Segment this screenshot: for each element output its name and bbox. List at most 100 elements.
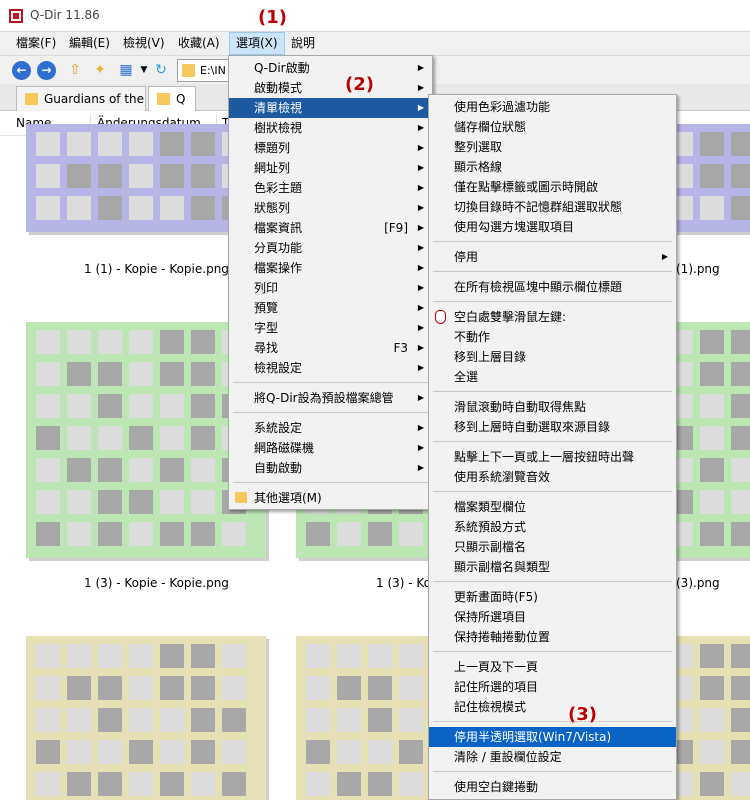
pixel-tile xyxy=(98,330,122,354)
pixel-tile xyxy=(191,164,215,188)
list-view-menu-item[interactable]: 點擊上下一頁或上一層按鈕時出聲 xyxy=(429,447,676,467)
pixel-tile xyxy=(98,458,122,482)
list-view-menu-item[interactable]: 切換目錄時不記憶群組選取狀態 xyxy=(429,197,676,217)
file-label[interactable]: 1 (1) - Kopie - Kopie.png xyxy=(84,262,229,276)
pixel-tile xyxy=(337,772,361,796)
pixel-tile xyxy=(67,740,91,764)
options-menu-item[interactable]: 狀態列 ▶ xyxy=(229,198,432,218)
new-folder-icon[interactable]: ✦ xyxy=(90,60,110,80)
menu-help[interactable]: 說明 xyxy=(285,32,321,55)
tab-q[interactable]: Q xyxy=(148,86,196,111)
list-view-menu-item[interactable]: 整列選取 xyxy=(429,137,676,157)
options-menu-item[interactable]: 尋找 F3 ▶ xyxy=(229,338,432,358)
list-view-menu-item[interactable]: 僅在點擊標籤或圖示時開啟 xyxy=(429,177,676,197)
options-menu-item[interactable]: 檢視設定 ▶ xyxy=(229,358,432,378)
up-folder-icon[interactable]: ⇧ xyxy=(65,60,85,80)
pixel-tile xyxy=(191,458,215,482)
menu-item-label: 網路磁碟機 xyxy=(254,441,315,455)
pixel-tile xyxy=(98,522,122,546)
menu-view[interactable]: 檢視(V) xyxy=(117,32,171,55)
list-view-menu-item[interactable]: 滑鼠滾動時自動取得焦點 xyxy=(429,397,676,417)
menu-edit[interactable]: 編輯(E) xyxy=(63,32,116,55)
list-view-menu-item[interactable]: 在所有檢視區塊中顯示欄位標題 xyxy=(429,277,676,297)
list-view-menu-item[interactable]: 使用系統瀏覽音效 xyxy=(429,467,676,487)
options-menu-item[interactable]: 標題列 ▶ xyxy=(229,138,432,158)
options-menu-item[interactable]: 字型 ▶ xyxy=(229,318,432,338)
list-view-menu-item[interactable]: 記住所選的項目 xyxy=(429,677,676,697)
pixel-tile xyxy=(36,330,60,354)
options-menu-item[interactable]: 檔案操作 ▶ xyxy=(229,258,432,278)
menu-separator xyxy=(433,771,672,772)
image-thumbnail[interactable] xyxy=(26,636,266,800)
file-label[interactable]: (1).png xyxy=(676,262,720,276)
list-view-menu-item[interactable]: 清除 / 重設欄位設定 xyxy=(429,747,676,767)
forward-icon[interactable]: → xyxy=(37,61,56,80)
options-menu: Q-Dir啟動 ▶ 啟動模式 ▶ 清單檢視 ▶ 樹狀檢視 ▶ 標題列 ▶ 網址列 ▶ 色彩主題 ▶ 狀態列 ▶… xyxy=(228,55,433,510)
back-icon[interactable]: ← xyxy=(12,61,31,80)
list-view-menu-item[interactable]: 停用 ▶ xyxy=(429,247,676,267)
menu-file[interactable]: 檔案(F) xyxy=(10,32,62,55)
menu-separator xyxy=(233,482,428,483)
menu-options[interactable]: 選項(X) xyxy=(229,32,285,55)
submenu-arrow-icon: ▶ xyxy=(417,323,424,332)
menu-item-label: 全選 xyxy=(454,370,479,384)
pixel-tile xyxy=(191,644,215,668)
list-view-menu-item[interactable]: 保持捲軸捲動位置 xyxy=(429,627,676,647)
options-menu-item[interactable]: 啟動模式 ▶ xyxy=(229,78,432,98)
file-label[interactable]: 1 (3) - Kopie - Kopie.png xyxy=(84,576,229,590)
list-view-menu-item[interactable]: 更新畫面時(F5) xyxy=(429,587,676,607)
list-view-menu-item[interactable]: 儲存欄位狀態 xyxy=(429,117,676,137)
options-menu-item[interactable]: 其他選項(M) xyxy=(229,488,432,508)
list-view-menu-item[interactable]: 顯示格線 xyxy=(429,157,676,177)
list-view-menu-item[interactable]: 使用色彩過濾功能 xyxy=(429,97,676,117)
file-label[interactable]: (3).png xyxy=(676,576,720,590)
list-view-menu-item[interactable]: 空白處雙擊滑鼠左鍵: xyxy=(429,307,676,327)
menu-separator xyxy=(433,651,672,652)
pixel-tile xyxy=(36,772,60,796)
list-view-menu-item[interactable]: 只顯示副檔名 xyxy=(429,537,676,557)
list-view-menu-item[interactable]: 保持所選項目 xyxy=(429,607,676,627)
list-view-menu-item[interactable]: 停用半透明選取(Win7/Vista) xyxy=(429,727,676,747)
menu-item-label: 網址列 xyxy=(254,161,291,175)
pixel-tile xyxy=(700,708,724,732)
pixel-tile xyxy=(731,676,750,700)
options-menu-item[interactable]: 自動啟動 ▶ xyxy=(229,458,432,478)
menu-favorites[interactable]: 收藏(A) xyxy=(172,32,226,55)
view-grid-icon[interactable]: ▦ xyxy=(116,60,136,80)
options-menu-item[interactable]: 將Q-Dir設為預設檔案總管 ▶ xyxy=(229,388,432,408)
pixel-tile xyxy=(160,772,184,796)
menu-item-label: 保持捲軸捲動位置 xyxy=(454,630,551,644)
list-view-menu-item[interactable]: 移到上層時自動選取來源目錄 xyxy=(429,417,676,437)
list-view-menu-item[interactable]: 上一頁及下一頁 xyxy=(429,657,676,677)
pixel-tile xyxy=(700,196,724,220)
list-view-menu-item[interactable]: 系統預設方式 xyxy=(429,517,676,537)
options-menu-item[interactable]: 系統設定 ▶ xyxy=(229,418,432,438)
options-menu-item[interactable]: Q-Dir啟動 ▶ xyxy=(229,58,432,78)
menu-item-label: 檢視設定 xyxy=(254,361,303,375)
list-view-menu-item[interactable]: 顯示副檔名與類型 xyxy=(429,557,676,577)
pixel-tile xyxy=(222,772,246,796)
options-menu-item[interactable]: 清單檢視 ▶ xyxy=(229,98,432,118)
pixel-tile xyxy=(399,772,423,796)
list-view-menu-item[interactable]: 使用勾選方塊選取項目 xyxy=(429,217,676,237)
options-menu-item[interactable]: 色彩主題 ▶ xyxy=(229,178,432,198)
file-label[interactable]: 1 (3) - Ko xyxy=(376,576,431,590)
options-menu-item[interactable]: 分頁功能 ▶ xyxy=(229,238,432,258)
pixel-tile xyxy=(191,362,215,386)
options-menu-item[interactable]: 預覽 ▶ xyxy=(229,298,432,318)
options-menu-item[interactable]: 網路磁碟機 ▶ xyxy=(229,438,432,458)
options-menu-item[interactable]: 列印 ▶ xyxy=(229,278,432,298)
list-view-menu-item[interactable]: 全選 xyxy=(429,367,676,387)
refresh-icon[interactable]: ↻ xyxy=(151,60,171,80)
pixel-tile xyxy=(36,426,60,450)
list-view-menu-item[interactable]: 不動作 xyxy=(429,327,676,347)
list-view-menu-item[interactable]: 移到上層目錄 xyxy=(429,347,676,367)
list-view-menu-item[interactable]: 使用空白鍵捲動 xyxy=(429,777,676,797)
tab-guardians[interactable]: Guardians of the ... xyxy=(16,86,159,111)
options-menu-item[interactable]: 樹狀檢視 ▶ xyxy=(229,118,432,138)
options-menu-item[interactable]: 檔案資訊 [F9] ▶ xyxy=(229,218,432,238)
options-menu-item[interactable]: 網址列 ▶ xyxy=(229,158,432,178)
list-view-menu-item[interactable]: 檔案類型欄位 xyxy=(429,497,676,517)
list-view-menu-item[interactable]: 記住檢視模式 xyxy=(429,697,676,717)
menu-separator xyxy=(433,491,672,492)
